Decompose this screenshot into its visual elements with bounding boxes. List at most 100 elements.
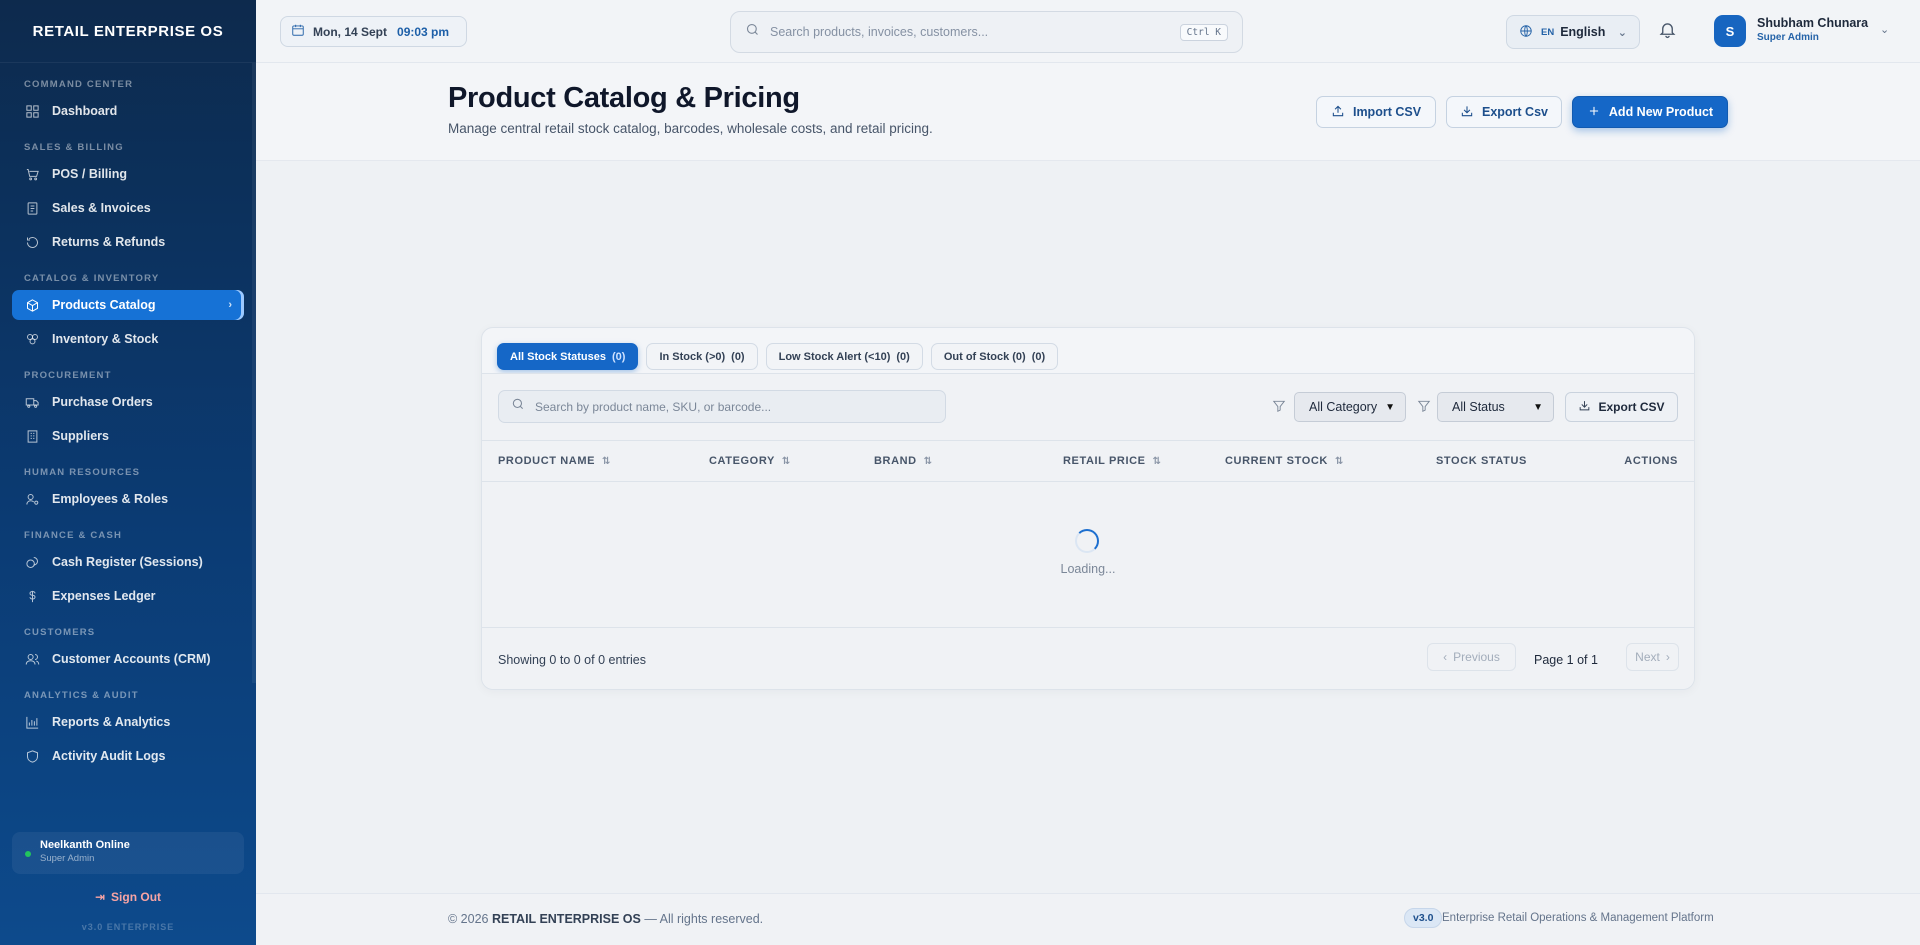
platform-tagline: Enterprise Retail Operations & Managemen…	[1442, 912, 1714, 924]
status-select[interactable]: All Status ▼	[1437, 392, 1554, 422]
tab-count: (0)	[731, 350, 745, 363]
sidebar-item-customer-accounts-crm[interactable]: Customer Accounts (CRM)	[12, 644, 244, 674]
sidebar-item-cash-register-sessions[interactable]: Cash Register (Sessions)	[12, 547, 244, 577]
language-selector[interactable]: EN English ⌄	[1506, 15, 1640, 49]
sidebar-item-suppliers[interactable]: Suppliers	[12, 421, 244, 451]
sidebar-nav: COMMAND CENTER Dashboard SALES & BILLING PO…	[0, 63, 256, 771]
sidebar-item-dashboard[interactable]: Dashboard	[12, 96, 244, 126]
sidebar-item-label: POS / Billing	[52, 167, 128, 181]
sidebar-item-label: Reports & Analytics	[52, 715, 171, 729]
app-root: RETAIL ENTERPRISE OS COMMAND CENTER Dashb…	[0, 0, 1920, 945]
table-panel: Search by product name, SKU, or barcode.…	[482, 373, 1694, 689]
date-time-pill[interactable]: Mon, 14 Sept 09:03 pm	[280, 16, 467, 47]
column-brand[interactable]: BRAND ⇅	[874, 455, 933, 467]
column-current-stock[interactable]: CURRENT STOCK ⇅	[1225, 455, 1344, 467]
filter-icon	[1417, 399, 1431, 413]
user-name[interactable]: Shubham Chunara	[1757, 16, 1868, 30]
sidebar-item-label: Suppliers	[52, 429, 109, 443]
column-label: CATEGORY	[709, 455, 775, 467]
chevron-down-icon: ⌄	[1617, 26, 1627, 39]
download-icon	[1578, 399, 1598, 415]
search-icon	[511, 397, 535, 416]
table-header: PRODUCT NAME ⇅ CATEGORY ⇅ BRAND ⇅ RETAIL PR…	[482, 440, 1694, 482]
column-label: RETAIL PRICE	[1063, 455, 1146, 467]
next-page-button[interactable]: Next ›	[1626, 643, 1679, 671]
sidebar-item-returns-refunds[interactable]: Returns & Refunds	[12, 227, 244, 257]
tab-out-of-stock-0[interactable]: Out of Stock (0) (0)	[930, 343, 1059, 370]
table-footer: Showing 0 to 0 of 0 entries ‹ Previous Pa…	[482, 627, 1694, 689]
footer-brand: RETAIL ENTERPRISE OS	[491, 912, 641, 926]
sidebar-item-purchase-orders[interactable]: Purchase Orders	[12, 387, 244, 417]
nav-section-heading: FINANCE & CASH	[24, 530, 123, 541]
sidebar-item-label: Inventory & Stock	[52, 332, 159, 346]
sidebar-item-label: Employees & Roles	[52, 492, 169, 506]
nav-section-heading: HUMAN RESOURCES	[24, 467, 141, 478]
dollar-icon	[24, 588, 40, 604]
column-product-name[interactable]: PRODUCT NAME ⇅	[498, 455, 611, 467]
users-icon	[24, 651, 40, 667]
sidebar-item-expenses-ledger[interactable]: Expenses Ledger	[12, 581, 244, 611]
page-header: Product Catalog & Pricing Manage central…	[256, 63, 1920, 161]
sidebar-item-sales-invoices[interactable]: Sales & Invoices	[12, 193, 244, 223]
products-table-card: All Stock Statuses (0) In Stock (>0) (0) Low…	[481, 327, 1695, 690]
download-icon	[1460, 104, 1482, 121]
nav-section-heading: CUSTOMERS	[24, 627, 96, 638]
status-select-value: All Status	[1452, 400, 1505, 414]
sidebar-item-label: Returns & Refunds	[52, 235, 166, 249]
sidebar-user-card[interactable]: Neelkanth Online Super Admin	[12, 832, 244, 874]
upload-icon	[1331, 104, 1353, 121]
tab-in-stock-0[interactable]: In Stock (>0) (0)	[646, 343, 758, 370]
column-label: CURRENT STOCK	[1225, 455, 1328, 467]
tab-all-stock-statuses[interactable]: All Stock Statuses (0)	[497, 343, 639, 370]
current-time: 09:03 pm	[397, 24, 450, 39]
dashboard-icon	[24, 103, 40, 119]
nav-section-heading: SALES & BILLING	[24, 142, 124, 153]
column-label: ACTIONS	[1624, 455, 1678, 467]
add-new-product-button[interactable]: Add New Product	[1572, 96, 1728, 128]
sidebar-item-employees-roles[interactable]: Employees & Roles	[12, 484, 244, 514]
refund-icon	[24, 234, 40, 250]
table-export-csv-button[interactable]: Export CSV	[1565, 392, 1678, 422]
loading-spinner-icon	[1075, 529, 1099, 553]
sidebar-item-inventory-stock[interactable]: Inventory & Stock	[12, 324, 244, 354]
table-export-csv-label: Export CSV	[1598, 400, 1665, 414]
user-avatar[interactable]: S	[1714, 15, 1746, 47]
sidebar-item-reports-analytics[interactable]: Reports & Analytics	[12, 707, 244, 737]
user-menu-chevron-icon[interactable]: ⌄	[1880, 23, 1889, 36]
notifications-button[interactable]	[1658, 20, 1680, 42]
chart-icon	[24, 714, 40, 730]
chevron-down-icon: ▼	[1385, 401, 1395, 413]
plus-icon	[1587, 104, 1609, 121]
tab-count: (0)	[1031, 350, 1046, 363]
global-search-input[interactable]: Search products, invoices, customers... …	[730, 11, 1243, 53]
tab-low-stock-alert-10[interactable]: Low Stock Alert (<10) (0)	[765, 343, 923, 370]
sidebar-item-activity-audit-logs[interactable]: Activity Audit Logs	[12, 741, 244, 771]
sidebar-item-products-catalog[interactable]: Products Catalog ›	[12, 290, 244, 320]
sign-out-button[interactable]: ⇥ Sign Out	[0, 890, 256, 904]
previous-page-button[interactable]: ‹ Previous	[1427, 643, 1516, 671]
import-csv-button[interactable]: Import CSV	[1316, 96, 1436, 128]
export-csv-button[interactable]: Export Csv	[1446, 96, 1562, 128]
column-actions: ACTIONS	[1624, 455, 1678, 467]
language-label: English	[1560, 25, 1606, 39]
sidebar-item-label: Sales & Invoices	[52, 201, 151, 215]
online-status-dot	[25, 851, 31, 857]
stock-icon	[24, 331, 40, 347]
box-icon	[24, 297, 40, 313]
current-date: Mon, 14 Sept	[313, 24, 388, 39]
column-stock-status: STOCK STATUS	[1436, 455, 1527, 467]
sidebar-item-label: Products Catalog	[52, 298, 156, 312]
user-cog-icon	[24, 491, 40, 507]
search-shortcut-hint: Ctrl K	[1179, 23, 1228, 41]
main-content: Mon, 14 Sept 09:03 pm Search products, i…	[256, 0, 1920, 945]
product-search-input[interactable]: Search by product name, SKU, or barcode.…	[498, 390, 946, 423]
category-select-value: All Category	[1309, 400, 1378, 414]
column-retail-price[interactable]: RETAIL PRICE ⇅	[1063, 455, 1162, 467]
tab-label: Out of Stock (0)	[943, 350, 1026, 363]
sidebar-item-pos-billing[interactable]: POS / Billing	[12, 159, 244, 189]
chevron-right-icon: ›	[228, 299, 232, 311]
column-category[interactable]: CATEGORY ⇅	[709, 455, 791, 467]
category-select[interactable]: All Category ▼	[1294, 392, 1406, 422]
page-footer: © 2026 RETAIL ENTERPRISE OS — All rights…	[256, 893, 1920, 945]
sidebar-item-label: Cash Register (Sessions)	[52, 555, 203, 569]
